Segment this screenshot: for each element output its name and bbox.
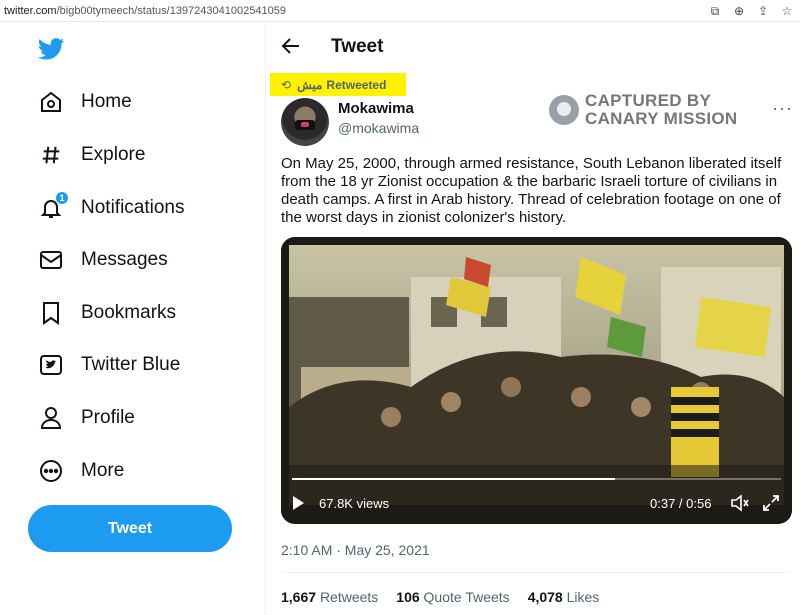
video-controls: 67.8K views 0:37 / 0:56: [281, 493, 792, 515]
more-circle-icon: [38, 458, 64, 484]
video-time: 0:37 / 0:56: [650, 496, 712, 511]
volume-icon[interactable]: [730, 494, 750, 512]
canary-mission-logo-icon: [549, 95, 579, 125]
divider: [281, 572, 791, 573]
envelope-icon: [38, 247, 64, 273]
url-text[interactable]: twitter.com/bigb00tymeech/status/1397243…: [0, 5, 286, 17]
bell-icon: 1: [38, 191, 69, 221]
sidebar-item-messages[interactable]: Messages: [38, 240, 168, 280]
video-progress-fill: [292, 478, 615, 480]
tweet-text: On May 25, 2000, through armed resistanc…: [281, 155, 782, 226]
zoom-icon[interactable]: ⊕: [732, 3, 746, 19]
sidebar-item-label: Twitter Blue: [81, 354, 181, 375]
watermark: CAPTURED BY CANARY MISSION: [549, 92, 738, 128]
quote-tweets-stat[interactable]: 106 Quote Tweets: [396, 589, 509, 605]
tweet-timestamp[interactable]: 2:10 AM · May 25, 2021: [281, 542, 430, 558]
person-icon: [38, 405, 64, 431]
home-icon: [38, 89, 64, 115]
sidebar-item-home[interactable]: Home: [38, 82, 132, 122]
likes-stat[interactable]: 4,078 Likes: [528, 589, 600, 605]
tweet-button[interactable]: Tweet: [28, 505, 232, 552]
video-progress-bar[interactable]: [292, 478, 781, 480]
sidebar-item-label: Explore: [81, 144, 146, 165]
browser-url-bar[interactable]: twitter.com/bigb00tymeech/status/1397243…: [0, 0, 800, 22]
bookmark-icon: [38, 300, 64, 326]
twitter-logo-icon[interactable]: [37, 38, 65, 65]
sidebar: Home Explore 1 Notifications Messages Bo…: [0, 22, 266, 615]
sidebar-item-label: Bookmarks: [81, 302, 177, 323]
video-views: 67.8K views: [319, 496, 390, 511]
video-frame: [281, 237, 792, 524]
sidebar-item-label: Profile: [81, 407, 135, 428]
sidebar-item-explore[interactable]: Explore: [38, 135, 145, 175]
play-icon[interactable]: [293, 496, 304, 510]
author-name[interactable]: Mokawima: [338, 100, 414, 117]
retweeted-text: Retweeted: [326, 77, 387, 92]
retweets-stat[interactable]: 1,667 Retweets: [281, 589, 378, 605]
bookmark-star-icon[interactable]: ☆: [780, 3, 794, 19]
main-column: Tweet ⟲ ميش Retweeted Mokawima @mokawima…: [267, 22, 800, 615]
page-title: Tweet: [331, 36, 384, 57]
notification-badge: 1: [55, 191, 69, 205]
sidebar-item-label: More: [81, 460, 125, 481]
retweeted-by-label[interactable]: ⟲ ميش Retweeted: [270, 73, 406, 96]
retweeter-name: ميش: [297, 77, 323, 92]
twitter-blue-icon: [38, 352, 64, 378]
retweet-icon: ⟲: [281, 77, 292, 92]
sidebar-item-more[interactable]: More: [38, 451, 124, 491]
install-app-icon[interactable]: ⧉: [708, 3, 722, 19]
sidebar-item-label: Notifications: [81, 197, 185, 218]
sidebar-item-label: Home: [81, 91, 132, 112]
back-arrow-icon[interactable]: [281, 36, 301, 56]
sidebar-item-notifications[interactable]: 1 Notifications: [38, 188, 185, 228]
video-player[interactable]: 67.8K views 0:37 / 0:56: [281, 237, 792, 524]
tweet-stats: 1,667 Retweets 106 Quote Tweets 4,078 Li…: [281, 589, 599, 605]
hashtag-icon: [38, 142, 64, 168]
sidebar-item-twitter-blue[interactable]: Twitter Blue: [38, 345, 180, 385]
more-options-icon[interactable]: ···: [772, 98, 793, 119]
avatar[interactable]: [281, 98, 329, 146]
share-icon[interactable]: ⇪: [756, 3, 770, 19]
sidebar-item-profile[interactable]: Profile: [38, 398, 135, 438]
sidebar-item-label: Messages: [81, 249, 168, 270]
fullscreen-icon[interactable]: [762, 494, 780, 512]
sidebar-item-bookmarks[interactable]: Bookmarks: [38, 293, 176, 333]
author-handle[interactable]: @mokawima: [338, 120, 419, 136]
